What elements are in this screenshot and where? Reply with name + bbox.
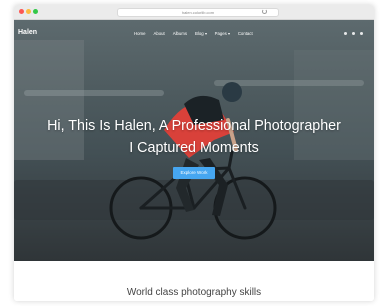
- chevron-down-icon: [204, 32, 207, 35]
- browser-chrome: halen.colorlib.com: [14, 5, 374, 20]
- nav-item-label: Blog: [195, 31, 204, 36]
- nav-item-label: About: [153, 31, 165, 36]
- explore-work-button[interactable]: Explore Work: [173, 167, 215, 179]
- nav-item-home[interactable]: Home: [134, 31, 145, 36]
- hero-headline-line2: I Captured Moments: [129, 140, 259, 156]
- nav-item-pages[interactable]: Pages: [215, 31, 230, 36]
- site-navigation: Halen Home About Albums Blog Pages Conta…: [14, 20, 374, 46]
- browser-window: halen.colorlib.com Halen Home About Albu…: [14, 5, 374, 301]
- section-heading: World class photography skills: [126, 287, 262, 298]
- hero-headline: Hi, This Is Halen, A Professional Photog…: [14, 115, 374, 159]
- maximize-window-icon[interactable]: [33, 9, 38, 14]
- reload-icon[interactable]: [262, 9, 267, 14]
- instagram-icon[interactable]: [360, 32, 363, 35]
- facebook-icon[interactable]: [344, 32, 347, 35]
- minimize-window-icon[interactable]: [26, 9, 31, 14]
- hero-headline-line1: Hi, This Is Halen, A Professional Photog…: [47, 118, 341, 134]
- nav-item-label: Contact: [237, 31, 253, 36]
- nav-item-blog[interactable]: Blog: [195, 31, 207, 36]
- nav-item-label: Albums: [172, 31, 188, 36]
- twitter-icon[interactable]: [352, 32, 355, 35]
- nav-item-about[interactable]: About: [153, 31, 164, 36]
- nav-item-contact[interactable]: Contact: [238, 31, 253, 36]
- address-bar[interactable]: halen.colorlib.com: [117, 8, 279, 17]
- nav-item-albums[interactable]: Albums: [173, 31, 187, 36]
- chevron-down-icon: [227, 32, 230, 35]
- helmet: [222, 82, 242, 102]
- nav-item-label: Home: [134, 31, 146, 36]
- address-bar-url: halen.colorlib.com: [181, 10, 215, 15]
- close-window-icon[interactable]: [19, 9, 24, 14]
- nav-item-label: Pages: [214, 31, 227, 36]
- content-section: World class photography skills: [14, 261, 374, 301]
- site-logo[interactable]: Halen: [18, 29, 37, 36]
- hero-section: Halen Home About Albums Blog Pages Conta…: [14, 20, 374, 261]
- main-menu: Home About Albums Blog Pages Contact: [134, 31, 253, 36]
